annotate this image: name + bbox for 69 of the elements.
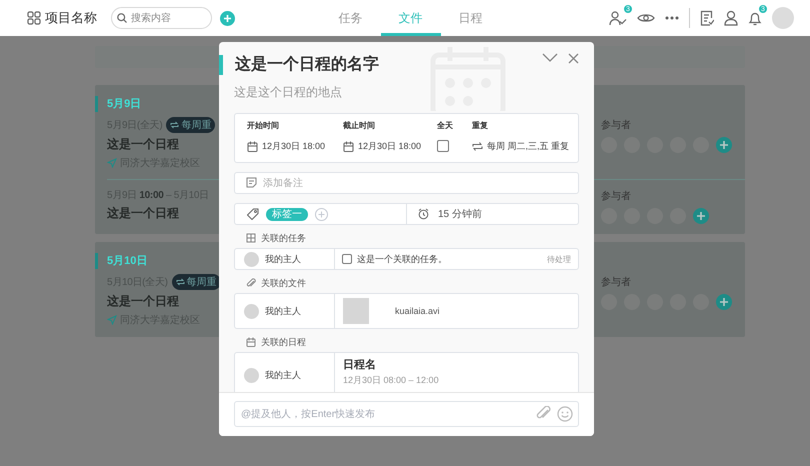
bell-icon[interactable] (748, 10, 762, 26)
add-icon[interactable] (716, 294, 732, 310)
section-label: 关联的日程 (261, 336, 306, 348)
add-icon[interactable] (716, 137, 732, 153)
note-icon (246, 177, 257, 188)
alarm-icon (418, 208, 429, 220)
add-icon[interactable] (220, 10, 235, 26)
calendar-icon (343, 141, 354, 152)
repeat-icon (176, 278, 185, 286)
owner-name: 我的主人 (265, 252, 301, 266)
start-time[interactable]: 12月30日 18:00 (262, 140, 326, 153)
file-name: kuailaia.avi (395, 306, 440, 316)
owner-avatar (244, 304, 259, 318)
dialog-title: 这是一个日程的名字 (219, 55, 542, 75)
participants-label: 参与者 (601, 276, 632, 289)
calendar-icon (247, 141, 258, 152)
field-label: 全天 (437, 121, 454, 131)
reminder-setting[interactable]: 15 分钟前 (438, 207, 482, 221)
task-status: 待处理 (547, 254, 571, 264)
search-field[interactable]: 搜索内容 (111, 7, 212, 29)
paperclip-icon (246, 278, 256, 288)
schedule-time: 12月30日 08:00 – 12:00 (343, 374, 439, 387)
repeat-setting[interactable]: 每周 周二,三,五 重复 (487, 140, 570, 153)
close-icon[interactable] (568, 53, 579, 64)
field-label: 开始时间 (247, 121, 280, 131)
linked-item[interactable]: 我的主人 日程名 12月30日 08:00 – 12:00 (234, 352, 579, 392)
members-icon[interactable] (609, 10, 627, 26)
section-label: 关联的任务 (261, 232, 306, 244)
navigation-icon (107, 315, 117, 325)
participants-label: 参与者 (601, 190, 632, 203)
event-title: 这是一个日程 (107, 293, 179, 310)
repeat-icon (170, 121, 180, 129)
grid-icon (27, 11, 41, 25)
owner-avatar (244, 252, 259, 266)
section-label: 关联的文件 (261, 276, 306, 290)
task-text: 这是一个关联的任务。 (357, 252, 448, 266)
add-icon[interactable] (693, 208, 709, 224)
owner-name: 我的主人 (265, 368, 301, 382)
smile-icon[interactable] (557, 406, 573, 422)
event-title: 这是一个日程 (107, 205, 179, 222)
event-title: 这是一个日程 (107, 136, 179, 153)
schedule-name: 日程名 (343, 358, 376, 372)
note-field[interactable]: 添加备注 (234, 172, 579, 194)
participants-label: 参与者 (601, 118, 632, 132)
more-icon[interactable] (665, 16, 679, 20)
comment-field[interactable]: @提及他人，按Enter快速发布 (234, 401, 579, 427)
linked-item[interactable]: 我的主人 这是一个关联的任务。 待处理 (234, 248, 579, 270)
navigation-icon (107, 158, 117, 168)
tag-icon (247, 208, 259, 220)
file-thumbnail (343, 298, 369, 324)
all-day-checkbox[interactable] (437, 140, 449, 152)
linked-item[interactable]: 我的主人 kuailaia.avi (234, 293, 579, 329)
owner-name: 我的主人 (265, 304, 301, 318)
chevron-down-icon[interactable] (542, 53, 558, 63)
repeat-tag: 每周重 (172, 274, 221, 290)
project-name: 项目名称 (45, 9, 97, 27)
end-time[interactable]: 12月30日 18:00 (358, 140, 422, 153)
user-icon[interactable] (724, 10, 738, 26)
list-icon (246, 233, 256, 243)
document-icon[interactable] (700, 10, 714, 26)
repeat-icon (472, 141, 483, 152)
calendar-icon (246, 337, 256, 347)
field-label: 重复 (472, 121, 489, 131)
eye-icon[interactable] (637, 12, 655, 24)
field-label: 截止时间 (343, 121, 376, 131)
search-icon (117, 13, 127, 23)
repeat-tag: 每周重 (166, 117, 216, 133)
owner-avatar (244, 368, 259, 382)
task-checkbox[interactable] (342, 254, 352, 264)
